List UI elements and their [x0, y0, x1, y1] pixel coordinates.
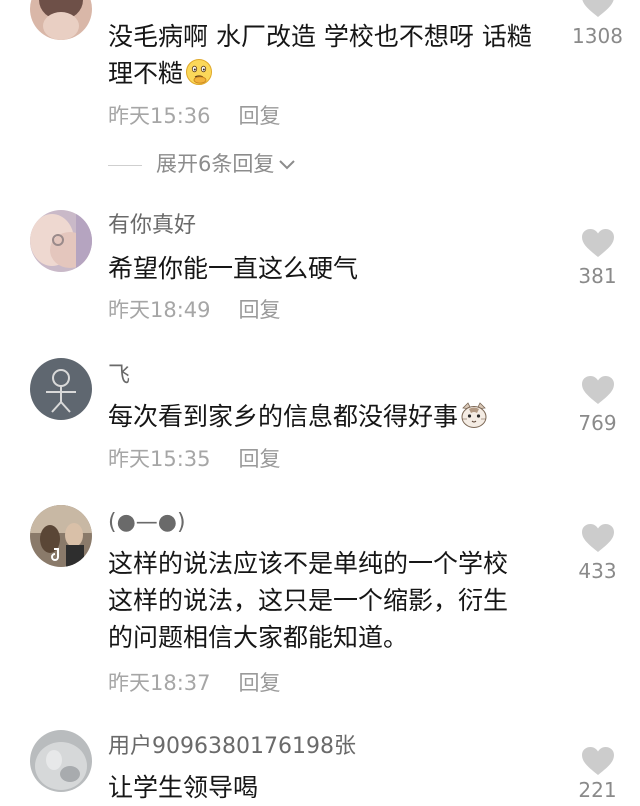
comment-text: 每次看到家乡的信息都没得好事	[108, 398, 558, 435]
heart-icon	[581, 524, 614, 552]
heart-icon	[581, 229, 614, 257]
comment-meta: 昨天18:37 回复	[108, 669, 281, 697]
avatar[interactable]	[30, 730, 92, 792]
comment-text: 没毛病啊 水厂改造 学校也不想呀 话糙 理不糙	[108, 18, 558, 92]
reply-button[interactable]: 回复	[239, 298, 281, 322]
like-count: 381	[578, 264, 617, 288]
comment-text: 这样的说法应该不是单纯的一个学校 这样的说法，这只是一个缩影，衍生 的问题相信大…	[108, 545, 558, 656]
heart-icon	[581, 747, 614, 775]
comment-text-line: 没毛病啊 水厂改造 学校也不想呀 话糙	[108, 22, 532, 51]
like-button[interactable]: 381	[565, 228, 630, 288]
user-avatar-image	[30, 210, 92, 272]
comment-meta: 昨天18:49 回复	[108, 296, 281, 324]
like-button[interactable]: 433	[565, 523, 630, 583]
avatar[interactable]	[30, 210, 92, 272]
expand-replies-label: 展开6条回复	[156, 152, 275, 176]
like-button[interactable]: 769	[565, 375, 630, 435]
cat-face-emoji	[461, 402, 487, 428]
comment-time: 昨天15:35	[108, 447, 211, 471]
comment-text-line: 希望你能一直这么硬气	[108, 254, 359, 283]
user-avatar-image	[30, 505, 92, 567]
username[interactable]: 飞	[108, 362, 130, 390]
username[interactable]: (●—●)	[108, 509, 186, 537]
avatar[interactable]	[30, 0, 92, 40]
comment-text: 希望你能一直这么硬气	[108, 250, 558, 287]
avatar[interactable]	[30, 358, 92, 420]
user-avatar-image	[30, 0, 92, 40]
comment-text-line: 这样的说法，这只是一个缩影，衍生	[108, 586, 509, 615]
comment-time: 昨天18:37	[108, 671, 211, 695]
chevron-down-icon	[279, 160, 296, 170]
avatar[interactable]	[30, 505, 92, 567]
comment-text-line: 让学生领导喝	[108, 773, 259, 802]
like-count: 221	[578, 778, 617, 802]
comment-meta: 昨天15:36 回复	[108, 102, 281, 130]
expand-replies-button[interactable]: 展开6条回复	[108, 150, 296, 178]
divider-line	[108, 164, 142, 166]
comment-text-line: 这样的说法应该不是单纯的一个学校	[108, 549, 509, 578]
comment-time: 昨天18:49	[108, 298, 211, 322]
user-avatar-image	[30, 358, 92, 420]
like-button[interactable]: 1308	[565, 0, 630, 48]
comment-text-line: 理不糙	[108, 59, 184, 88]
reply-button[interactable]: 回复	[239, 447, 281, 471]
reply-button[interactable]: 回复	[239, 104, 281, 128]
heart-icon	[581, 0, 614, 17]
reply-button[interactable]: 回复	[239, 671, 281, 695]
like-count: 769	[578, 411, 617, 435]
username[interactable]: 有你真好	[108, 212, 196, 240]
comment-text-line: 每次看到家乡的信息都没得好事	[108, 402, 459, 431]
user-avatar-image	[30, 730, 92, 792]
comment-text: 让学生领导喝	[108, 769, 558, 806]
like-count: 1308	[572, 24, 623, 48]
like-button[interactable]: 221	[565, 746, 630, 802]
comment-text-line: 的问题相信大家都能知道。	[108, 623, 409, 652]
comment-meta: 昨天15:35 回复	[108, 445, 281, 473]
thinking-face-emoji	[186, 59, 213, 85]
comment-time: 昨天15:36	[108, 104, 211, 128]
like-count: 433	[578, 559, 617, 583]
username[interactable]: 用户9096380176198张	[108, 733, 356, 761]
heart-icon	[581, 376, 614, 404]
